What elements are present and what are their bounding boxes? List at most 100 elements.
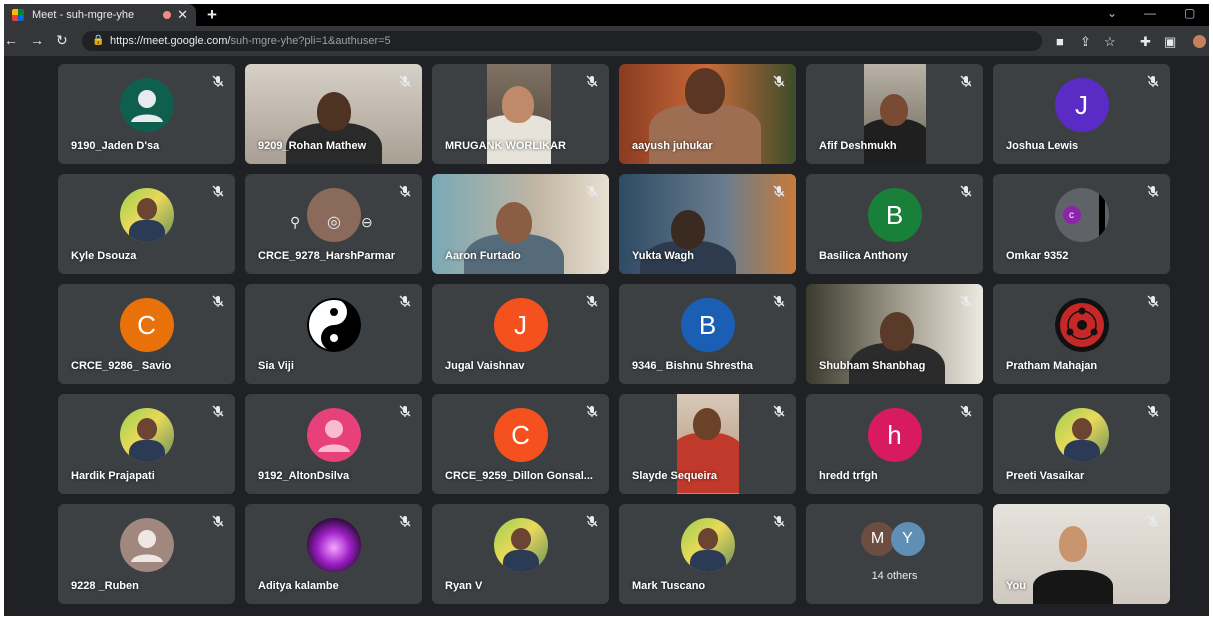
profile-avatar[interactable] [1193, 35, 1206, 48]
participant-tile[interactable]: 9192_AltonDsilva [245, 394, 422, 494]
muted-mic-icon [585, 294, 599, 308]
participant-tile[interactable]: Shubham Shanbhag [806, 284, 983, 384]
profile-photo-avatar [493, 518, 548, 572]
avatar-initial: C [511, 419, 530, 450]
muted-mic-icon [1146, 514, 1160, 528]
participant-name: Joshua Lewis [1006, 140, 1079, 152]
person-figure [677, 433, 739, 494]
participant-tile[interactable]: J Jugal Vaishnav [432, 284, 609, 384]
browser-tab[interactable]: Meet - suh-mgre-yhe ✕ [4, 4, 196, 26]
participant-tile[interactable]: Afif Deshmukh [806, 64, 983, 164]
participant-tile[interactable]: Mark Tuscano [619, 504, 796, 604]
participant-tile[interactable]: C CRCE_9259_Dillon Gonsal... [432, 394, 609, 494]
reload-icon[interactable]: ↻ [56, 32, 68, 49]
participant-tile[interactable]: Kyle Dsouza [58, 174, 235, 274]
participant-name: Kyle Dsouza [71, 250, 137, 262]
profile-photo-avatar [119, 188, 174, 242]
tab-close-icon[interactable]: ✕ [177, 7, 188, 23]
person-head [880, 312, 914, 352]
muted-mic-icon [1146, 184, 1160, 198]
person-head [693, 408, 721, 441]
extensions-icon[interactable]: ✚ [1140, 34, 1151, 50]
participant-tile[interactable]: J Joshua Lewis [993, 64, 1170, 164]
fullscreen-icon[interactable]: ◎ [327, 212, 341, 232]
muted-mic-icon [585, 404, 599, 418]
avatar-initial: C [137, 309, 156, 340]
participant-tile[interactable]: C CRCE_9286_ Savio [58, 284, 235, 384]
bookmark-star-icon[interactable]: ☆ [1104, 34, 1116, 50]
yin-yang-avatar-icon [306, 298, 361, 352]
muted-mic-icon [772, 184, 786, 198]
participant-tile[interactable]: ⚲ ◎ ⊖ CRCE_9278_HarshParmar [245, 174, 422, 274]
muted-mic-icon [1146, 74, 1160, 88]
muted-mic-icon [211, 74, 225, 88]
avatar-initial: J [514, 309, 527, 340]
participant-tile[interactable]: Hardik Prajapati [58, 394, 235, 494]
participant-name: Yukta Wagh [632, 250, 694, 262]
muted-mic-icon [959, 184, 973, 198]
forward-icon[interactable]: → [30, 32, 44, 48]
profile-photo-avatar [1054, 408, 1109, 462]
profile-photo-avatar [119, 408, 174, 462]
url-text: https://meet.google.com/suh-mgre-yhe?pli… [110, 35, 391, 47]
participant-tile[interactable]: Sia Viji [245, 284, 422, 384]
participant-name: Afif Deshmukh [819, 140, 897, 152]
participant-tile[interactable]: Aaron Furtado [432, 174, 609, 274]
side-panel-icon[interactable]: ▣ [1164, 34, 1176, 50]
participant-name: 9209_Rohan Mathew [258, 140, 367, 152]
back-icon[interactable]: ← [4, 32, 18, 48]
new-tab-button[interactable]: + [207, 5, 217, 25]
participant-tile[interactable]: Preeti Vasaikar [993, 394, 1170, 494]
participant-name: CRCE_9259_Dillon Gonsal... [445, 470, 593, 482]
profile-photo-avatar [680, 518, 735, 572]
muted-mic-icon [398, 514, 412, 528]
participant-tile[interactable]: c Omkar 9352 [993, 174, 1170, 274]
participant-tile[interactable]: 9209_Rohan Mathew [245, 64, 422, 164]
browser-tab-strip: Meet - suh-mgre-yhe ✕ + ⌄ — ▢ [4, 4, 1209, 26]
participant-tile[interactable]: 9228 _Ruben [58, 504, 235, 604]
participant-name: You [1006, 580, 1026, 592]
participant-tile[interactable]: B Basilica Anthony [806, 174, 983, 274]
participant-tile[interactable]: Slayde Sequeira [619, 394, 796, 494]
participant-tile[interactable]: B 9346_ Bishnu Shrestha [619, 284, 796, 384]
tab-search-icon[interactable]: ⌄ [1107, 6, 1117, 20]
avatar-initial: B [885, 199, 904, 230]
participant-tile[interactable]: aayush juhukar [619, 64, 796, 164]
initial-avatar: B [867, 188, 922, 242]
participant-tile[interactable]: h hredd trfgh [806, 394, 983, 494]
minimize-button[interactable]: — [1144, 6, 1156, 20]
camera-in-use-icon[interactable]: ■ [1056, 34, 1064, 49]
participant-tile[interactable]: Yukta Wagh [619, 174, 796, 274]
participant-name: 9190_Jaden D'sa [71, 140, 160, 152]
muted-mic-icon [398, 294, 412, 308]
recording-indicator-icon [163, 11, 172, 19]
others-avatars: M Y [860, 522, 925, 556]
participant-tile[interactable]: M Y 14 others [806, 504, 983, 604]
participant-name: Basilica Anthony [819, 250, 908, 262]
participant-name: Ryan V [445, 580, 483, 592]
participant-name: hredd trfgh [819, 470, 878, 482]
participant-name: Aditya kalambe [258, 580, 339, 592]
share-icon[interactable]: ⇪ [1080, 34, 1091, 50]
participant-name: Shubham Shanbhag [819, 360, 926, 372]
avatar-initial: J [1075, 89, 1088, 120]
participant-tile[interactable]: MRUGANK WORLIKAR [432, 64, 609, 164]
participant-tile[interactable]: 9190_Jaden D'sa [58, 64, 235, 164]
participant-name: Mark Tuscano [632, 580, 706, 592]
pin-icon[interactable]: ⚲ [290, 214, 300, 231]
muted-mic-icon [772, 294, 786, 308]
url-host: https://meet.google.com/ [110, 35, 231, 47]
address-bar[interactable]: 🔒 https://meet.google.com/suh-mgre-yhe?p… [82, 31, 1042, 51]
restore-button[interactable]: ▢ [1184, 6, 1195, 20]
muted-mic-icon [772, 404, 786, 418]
person-head [317, 92, 351, 132]
participant-tile[interactable]: You [993, 504, 1170, 604]
others-avatar-y: Y [890, 522, 925, 556]
initial-avatar: J [1054, 78, 1109, 132]
participant-tile[interactable]: Pratham Mahajan [993, 284, 1170, 384]
participant-tile[interactable]: Ryan V [432, 504, 609, 604]
remove-icon[interactable]: ⊖ [361, 214, 373, 231]
meet-favicon-icon [12, 9, 24, 21]
person-head [671, 210, 705, 250]
participant-tile[interactable]: Aditya kalambe [245, 504, 422, 604]
